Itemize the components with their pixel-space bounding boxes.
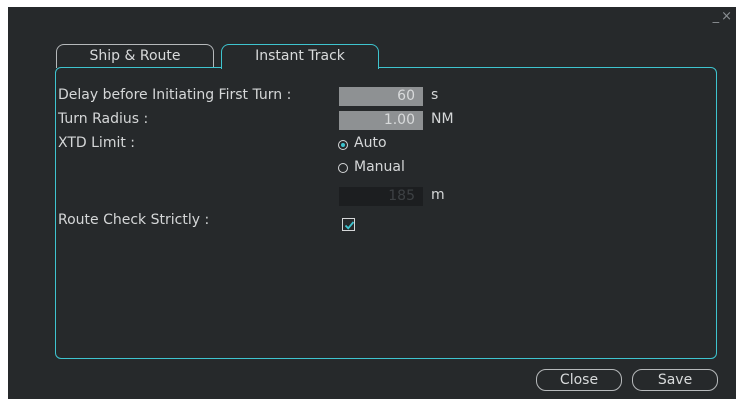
save-button[interactable]: Save bbox=[632, 369, 718, 391]
xtd-auto-radio[interactable] bbox=[338, 140, 348, 150]
window-controls: _× bbox=[713, 9, 734, 24]
delay-input[interactable]: 60 bbox=[339, 87, 423, 106]
xtd-manual-unit: m bbox=[431, 187, 445, 203]
delay-unit: s bbox=[431, 87, 439, 103]
checkmark-icon bbox=[344, 221, 355, 230]
xtd-manual-label[interactable]: Manual bbox=[354, 159, 405, 175]
route-check-checkbox[interactable] bbox=[342, 218, 355, 231]
turn-radius-unit: NM bbox=[431, 111, 454, 127]
xtd-manual-radio[interactable] bbox=[338, 163, 348, 173]
tab-instant-track[interactable]: Instant Track bbox=[221, 44, 379, 69]
xtd-limit-label: XTD Limit : bbox=[58, 135, 135, 151]
instant-track-dialog: _× Ship & Route Instant Track Delay befo… bbox=[8, 7, 736, 399]
close-button[interactable]: Close bbox=[536, 369, 622, 391]
xtd-auto-label[interactable]: Auto bbox=[354, 135, 387, 151]
minimize-button[interactable]: _ bbox=[713, 9, 722, 24]
turn-radius-input[interactable]: 1.00 bbox=[339, 111, 423, 130]
route-check-label: Route Check Strictly : bbox=[58, 212, 210, 228]
xtd-manual-input[interactable]: 185 bbox=[339, 187, 423, 206]
turn-radius-label: Turn Radius : bbox=[58, 111, 149, 127]
delay-label: Delay before Initiating First Turn : bbox=[58, 87, 292, 103]
close-window-button[interactable]: × bbox=[721, 9, 734, 24]
tab-ship-route[interactable]: Ship & Route bbox=[56, 44, 214, 68]
